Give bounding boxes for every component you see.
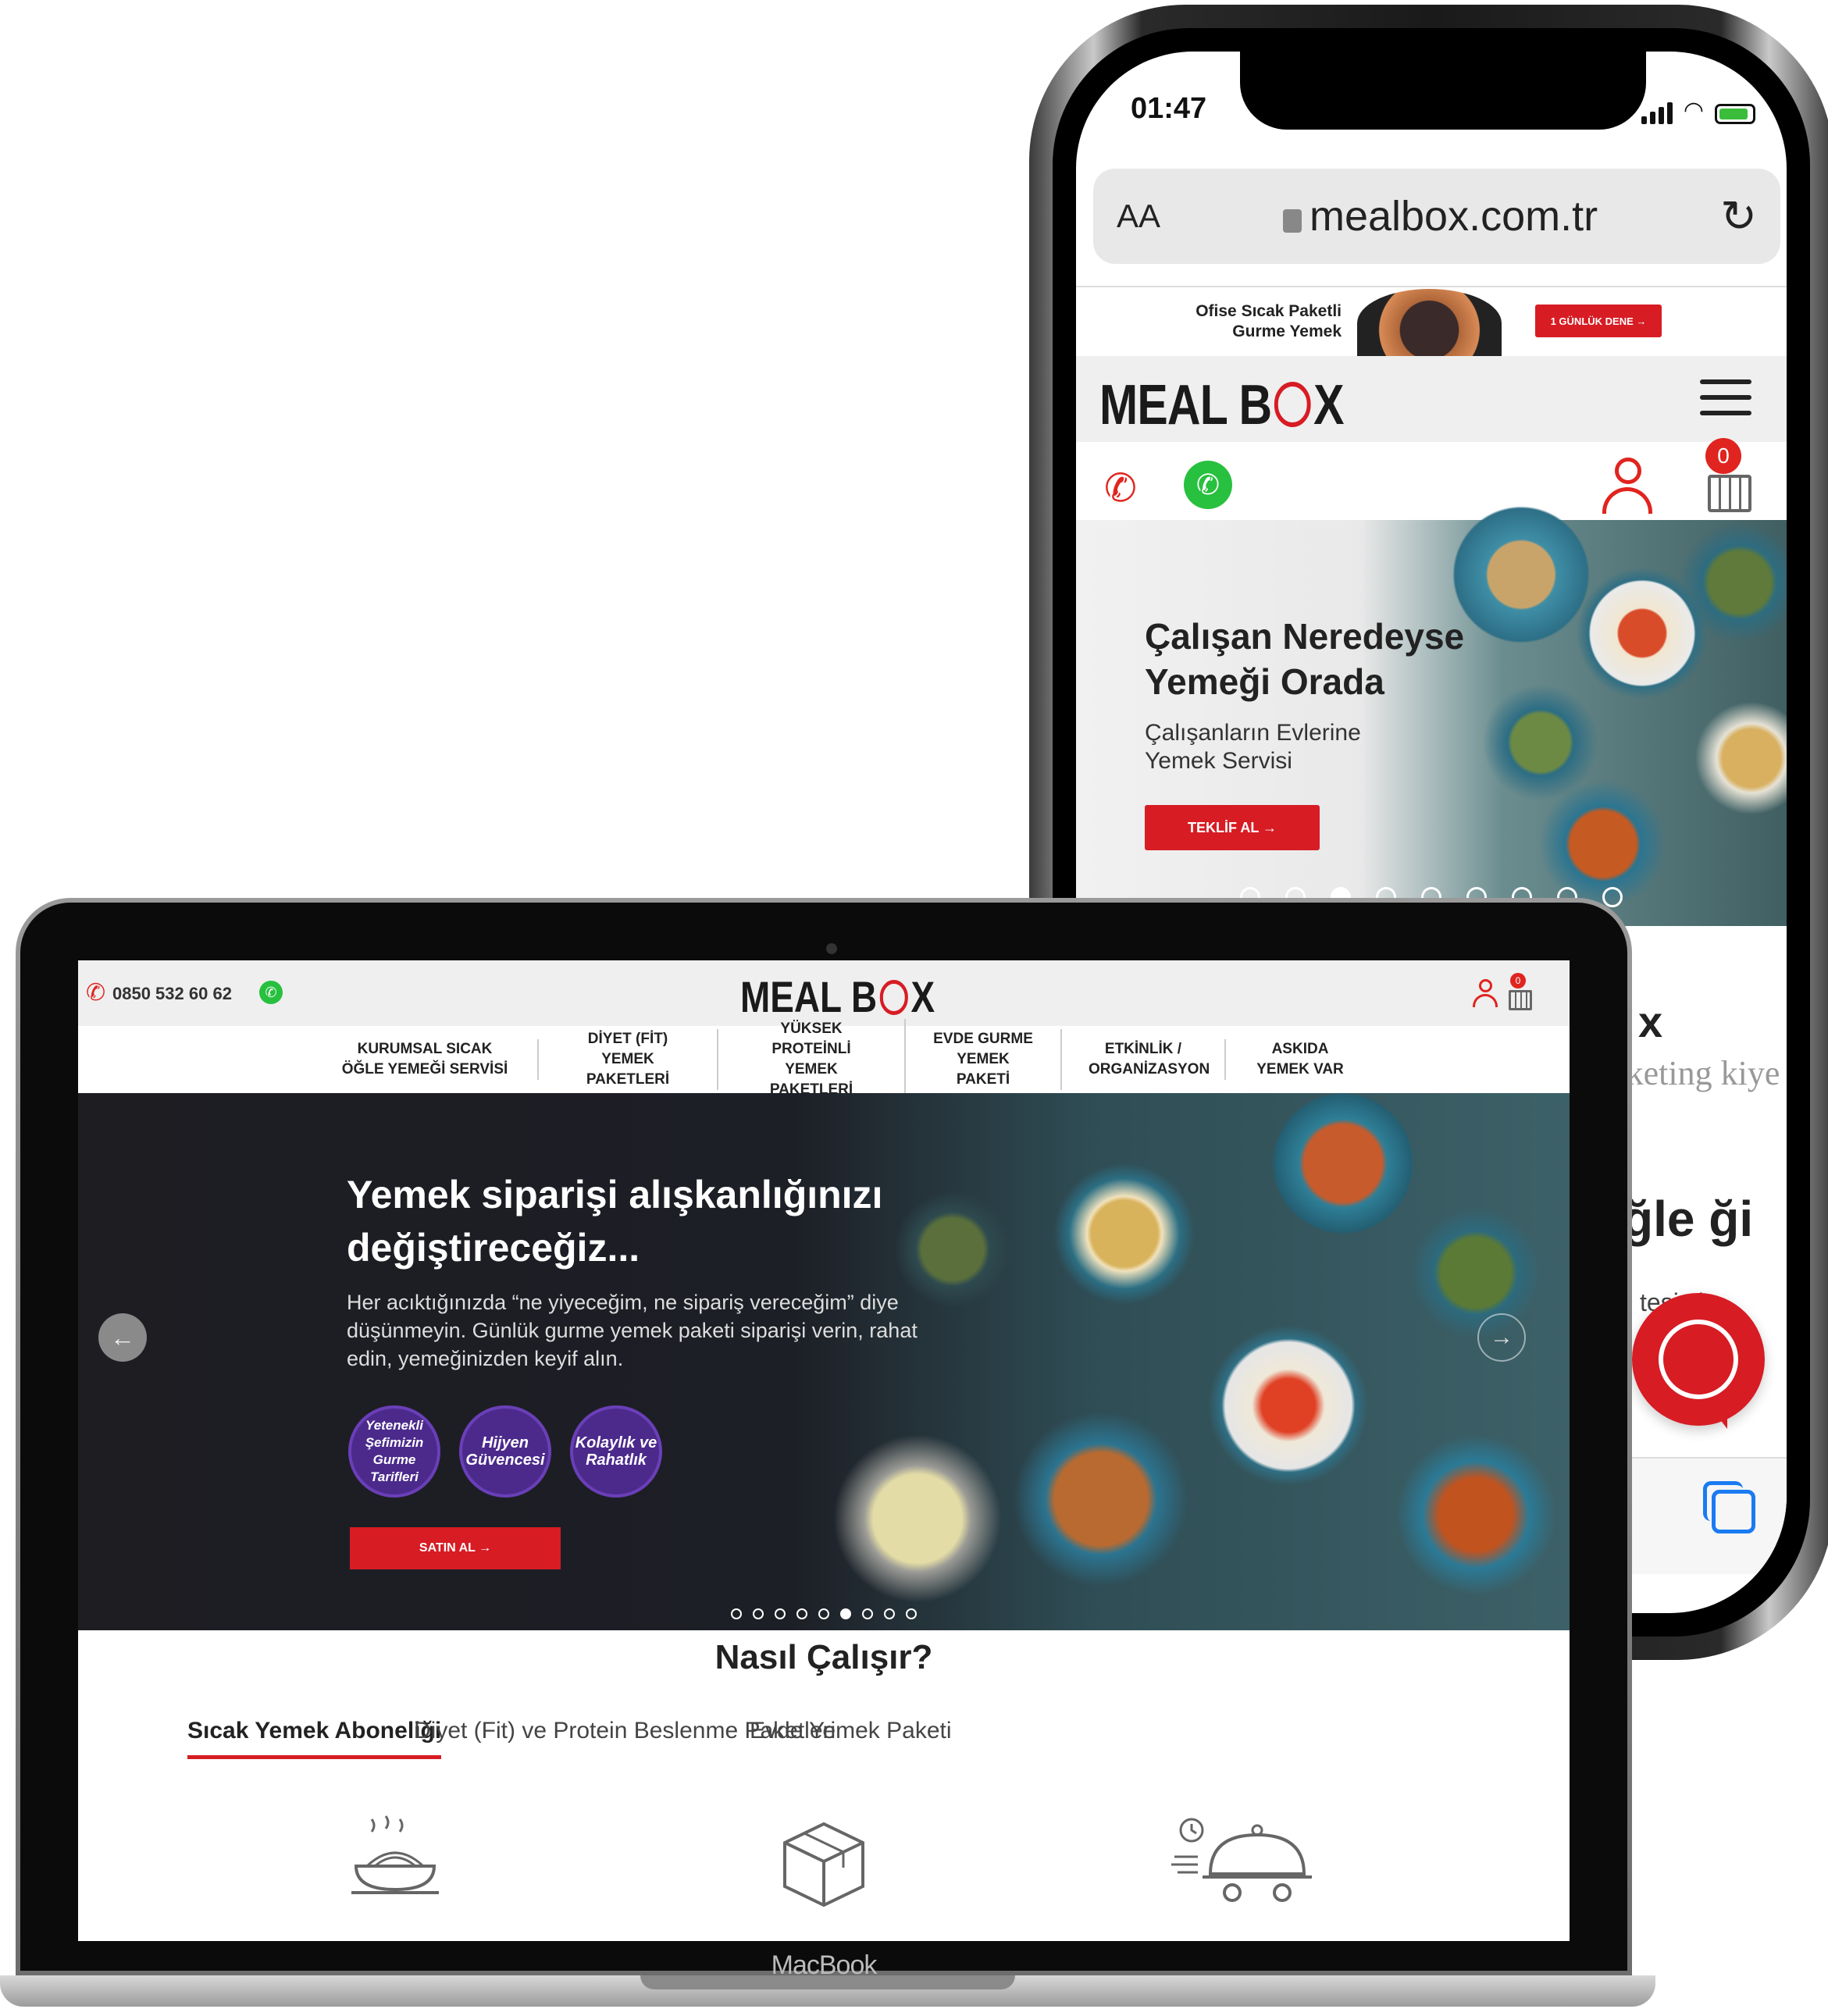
slider-dot[interactable] (796, 1608, 807, 1619)
cart-count-badge: 0 (1705, 438, 1741, 474)
food-plate-image (1406, 1202, 1546, 1343)
partial-heading: x (1638, 997, 1663, 1046)
wifi-icon: ◠ (1683, 98, 1704, 123)
whatsapp-icon[interactable]: ✆ (259, 981, 283, 1004)
food-plate-image (1693, 700, 1787, 817)
slider-dot[interactable] (818, 1608, 829, 1619)
slider-dot[interactable] (906, 1608, 917, 1619)
nav-suspended-meal[interactable]: ASKIDA YEMEK VAR (1226, 1039, 1374, 1080)
partial-partner-logo-text: rketing kiye (1615, 1054, 1780, 1092)
laptop-screen: ✆ 0850 532 60 62 ✆ MEAL BX 0 KURUMSAL SI… (78, 960, 1570, 1941)
chef-logo-icon (879, 980, 909, 1015)
tab-hot-meal-subscription[interactable]: Sıcak Yemek Aboneliği (187, 1718, 442, 1759)
chef-recipes-badge: Yetenekli Şefimizin Gurme Tarifleri (348, 1405, 440, 1498)
shopping-basket-icon[interactable] (1708, 475, 1751, 512)
food-plate-image (1046, 1156, 1203, 1312)
box-package-icon (783, 1822, 864, 1907)
device-mockup-stage: 01:47 ◠ AA mealbox.com.tr ↻ Ofise Sıcak … (0, 0, 1828, 2016)
slider-dot-active[interactable] (840, 1608, 851, 1619)
nav-protein-packages[interactable]: YÜKSEK PROTEİNLİ YEMEK PAKETLERİ (718, 1019, 906, 1100)
macbook-frame: ✆ 0850 532 60 62 ✆ MEAL BX 0 KURUMSAL SI… (0, 898, 1655, 2007)
laptop-lid: ✆ 0850 532 60 62 ✆ MEAL BX 0 KURUMSAL SI… (16, 898, 1632, 1980)
tab-home-meal-package[interactable]: Evde Yemek Paketi (750, 1718, 952, 1755)
hot-food-bowl-icon (351, 1815, 439, 1894)
user-account-icon[interactable] (1473, 979, 1498, 1009)
url-field[interactable]: mealbox.com.tr (1160, 192, 1720, 240)
desktop-hero-title: Yemek siparişi alışkanlığınızı değiştire… (347, 1173, 883, 1270)
how-it-works-title: Nasıl Çalışır? (714, 1638, 933, 1676)
desktop-slider-dots (731, 1608, 917, 1619)
mobile-hero-title: Çalışan Neredeyse Yemeği Orada (1145, 616, 1465, 702)
food-plate-image (1007, 1405, 1195, 1593)
lock-icon (1282, 209, 1302, 233)
laptop-base-notch (640, 1975, 1015, 1989)
cellular-signal-icon (1641, 102, 1673, 124)
slider-next-arrow-icon[interactable]: → (1477, 1313, 1526, 1362)
shopping-basket-icon[interactable] (1509, 990, 1532, 1010)
slider-dot[interactable] (862, 1608, 873, 1619)
cart-count-badge: 0 (1510, 973, 1526, 988)
desktop-hero-slider: Yemek siparişi alışkanlığınızı değiştire… (78, 1085, 1570, 1630)
laptop-bezel: ✆ 0850 532 60 62 ✆ MEAL BX 0 KURUMSAL SI… (20, 903, 1627, 1980)
food-tray-image (1357, 289, 1502, 358)
phone-icon[interactable]: ✆ (1104, 465, 1137, 511)
desktop-hero-subtitle: Her acıktığınızda “ne yiyeceğim, ne sipa… (347, 1291, 918, 1370)
tabs-icon[interactable] (1703, 1481, 1755, 1533)
battery-icon (1715, 104, 1755, 124)
reload-icon[interactable]: ↻ (1720, 191, 1757, 242)
phone-icon[interactable]: ✆ (86, 979, 105, 1006)
chef-hat-icon (1659, 1320, 1738, 1399)
food-plate-image (1203, 1320, 1374, 1491)
chef-logo-icon (1274, 382, 1311, 427)
delivery-cloche-icon (1171, 1818, 1312, 1902)
nav-corporate-lunch[interactable]: KURUMSAL SICAK ÖĞLE YEMEĞİ SERVİSİ (312, 1039, 539, 1080)
food-plate-image (1390, 1429, 1562, 1601)
slider-dot[interactable] (775, 1608, 786, 1619)
text-size-button[interactable]: AA (1117, 198, 1160, 235)
mobile-hero-subtitle: Çalışanların Evlerine Yemek Servisi (1145, 720, 1361, 774)
desktop-topbar: ✆ 0850 532 60 62 ✆ MEAL BX 0 (78, 960, 1570, 1026)
webcam (826, 943, 837, 954)
nav-home-gourmet[interactable]: EVDE GURME YEMEK PAKETİ (906, 1029, 1062, 1090)
food-plate-image (1265, 1085, 1421, 1241)
slider-dot[interactable] (753, 1608, 764, 1619)
convenience-badge: Kolaylık ve Rahatlık (570, 1405, 662, 1498)
whatsapp-icon[interactable]: ✆ (1184, 461, 1232, 509)
site-logo[interactable]: MEAL BX (1099, 373, 1344, 437)
phone-notch (1240, 52, 1646, 130)
main-navigation: KURUMSAL SICAK ÖĞLE YEMEĞİ SERVİSİ DİYET… (312, 1019, 1406, 1100)
nav-events[interactable]: ETKİNLİK / ORGANİZASYON (1062, 1039, 1226, 1080)
chef-chat-bubble-icon[interactable] (1632, 1293, 1765, 1429)
browser-address-bar[interactable]: AA mealbox.com.tr ↻ (1093, 169, 1780, 264)
promo-banner[interactable]: Ofise Sıcak Paketli Gurme Yemek 1 GÜNLÜK… (1076, 286, 1787, 358)
how-it-works-tabs: Sıcak Yemek Aboneliği Diyet (Fit) ve Pro… (78, 1718, 1570, 1765)
promo-try-button[interactable]: 1 GÜNLÜK DENE → (1535, 305, 1662, 337)
food-plate-image (828, 1429, 1007, 1608)
buy-button[interactable]: SATIN AL → (350, 1527, 561, 1569)
slider-prev-arrow-icon[interactable]: ← (98, 1313, 147, 1362)
mobile-icon-bar: ✆ ✆ 0 (1076, 438, 1787, 520)
hygiene-badge: Hijyen Güvencesi (459, 1405, 551, 1498)
mobile-site-header: MEAL BX (1076, 356, 1787, 442)
status-icons: ◠ (1641, 97, 1755, 124)
user-account-icon[interactable] (1602, 458, 1652, 514)
slider-dot[interactable] (884, 1608, 895, 1619)
partial-section-heading: ğle ği (1623, 1191, 1754, 1247)
nav-diet-packages[interactable]: DİYET (FİT) YEMEK PAKETLERİ (539, 1029, 718, 1090)
site-logo[interactable]: MEAL BX (740, 971, 935, 1022)
hamburger-menu-icon[interactable] (1700, 379, 1751, 415)
promo-text: Ofise Sıcak Paketli Gurme Yemek (1196, 302, 1342, 340)
slider-dot[interactable] (731, 1608, 742, 1619)
quote-button[interactable]: TEKLİF AL → (1145, 805, 1320, 850)
phone-number[interactable]: 0850 532 60 62 (112, 984, 232, 1004)
mobile-hero-slider: Çalışan Neredeyse Yemeği Orada Çalışanla… (1076, 497, 1787, 926)
status-time: 01:47 (1131, 92, 1207, 125)
